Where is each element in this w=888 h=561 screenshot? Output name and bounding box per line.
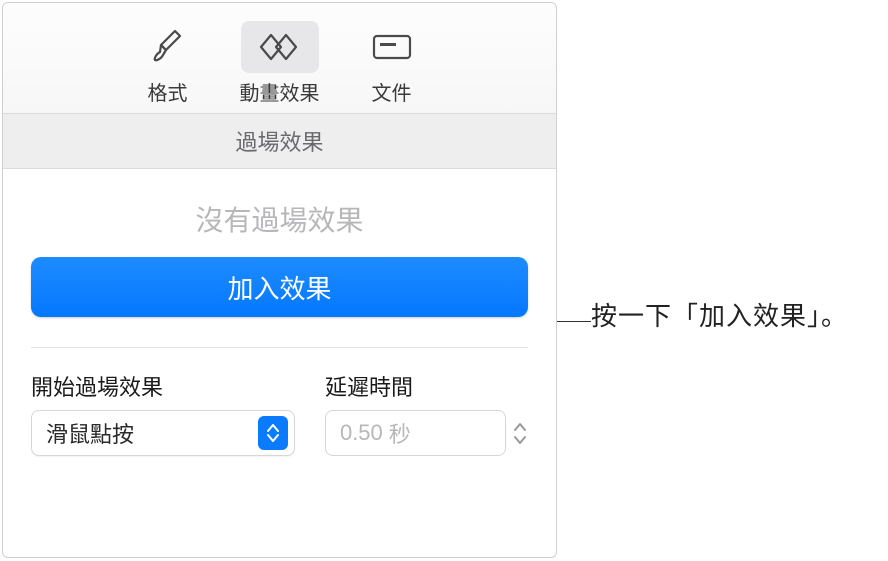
toolbar: 格式 動畫效果 文件 <box>3 3 556 113</box>
stepper-down-icon[interactable] <box>512 434 528 446</box>
toolbar-animation[interactable]: 動畫效果 <box>235 21 325 106</box>
stepper-up-icon[interactable] <box>512 421 528 433</box>
tab-bar: 過場效果 <box>3 113 556 169</box>
delay-field: 延遲時間 0.50 秒 <box>325 370 528 456</box>
divider <box>31 347 528 348</box>
toolbar-format-label: 格式 <box>148 77 188 106</box>
delay-unit: 秒 <box>389 417 411 449</box>
delay-stepper[interactable]: 0.50 秒 <box>325 410 528 456</box>
settings-row: 開始過場效果 滑鼠點按 延遲時間 0.50 秒 <box>31 370 528 456</box>
delay-input[interactable]: 0.50 秒 <box>325 410 506 456</box>
brush-icon <box>150 28 186 66</box>
updown-icon <box>258 416 288 450</box>
content-area: 沒有過場效果 加入效果 開始過場效果 滑鼠點按 延遲時間 0.50 <box>3 169 556 456</box>
toolbar-format[interactable]: 格式 <box>123 21 213 106</box>
start-transition-popup[interactable]: 滑鼠點按 <box>31 410 295 456</box>
start-transition-value: 滑鼠點按 <box>46 417 258 449</box>
inspector-panel: 格式 動畫效果 文件 過場效果 沒有過場效果 加入效 <box>2 2 557 558</box>
toolbar-document-label: 文件 <box>372 77 412 106</box>
diamond-icon <box>256 30 304 64</box>
slide-icon <box>370 31 414 63</box>
toolbar-animation-label: 動畫效果 <box>240 77 320 106</box>
callout-line <box>557 321 591 322</box>
add-effect-button[interactable]: 加入效果 <box>31 257 528 317</box>
callout: 按一下「加入效果」。 <box>557 296 848 333</box>
no-effect-label: 沒有過場效果 <box>31 199 528 239</box>
start-transition-field: 開始過場效果 滑鼠點按 <box>31 370 295 456</box>
delay-value: 0.50 <box>340 420 383 446</box>
callout-text: 按一下「加入效果」。 <box>591 296 848 333</box>
delay-label: 延遲時間 <box>325 370 528 402</box>
start-transition-label: 開始過場效果 <box>31 370 295 402</box>
tab-transitions[interactable]: 過場效果 <box>235 125 323 157</box>
toolbar-document[interactable]: 文件 <box>347 21 437 106</box>
